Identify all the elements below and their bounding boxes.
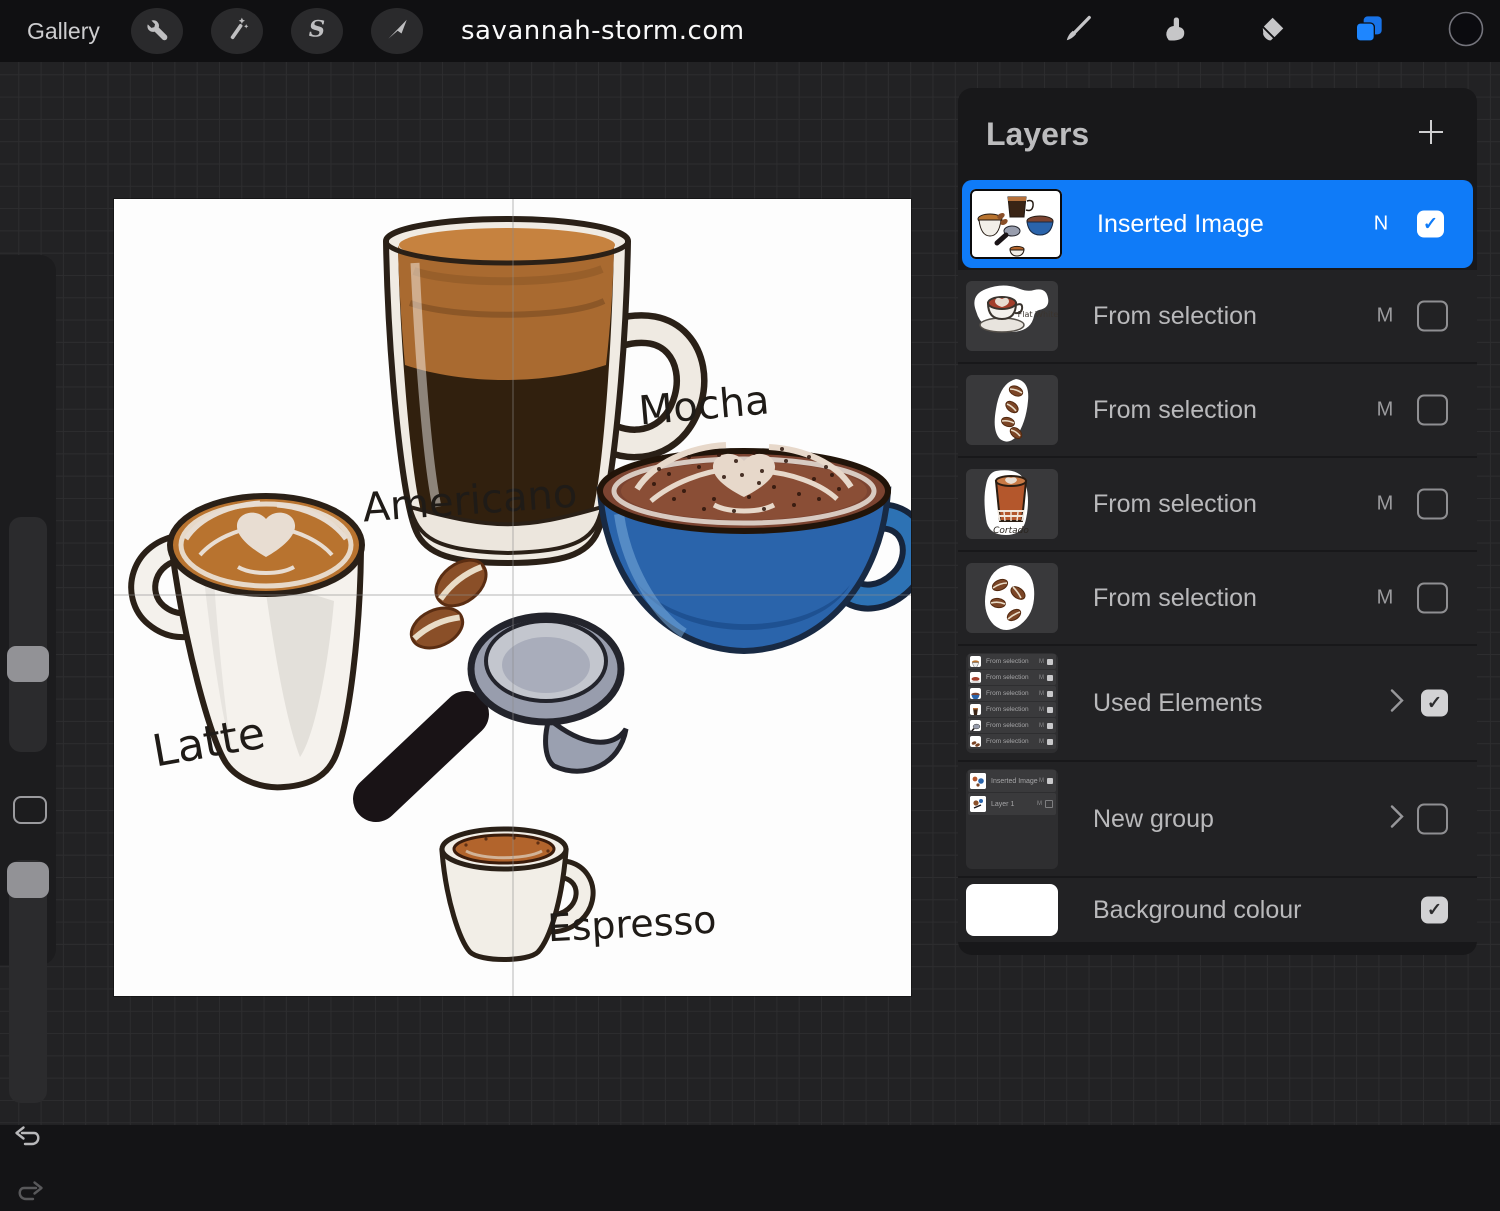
layer-name: Background colour	[1093, 896, 1301, 925]
layer-thumbnail	[966, 375, 1058, 445]
layer-row-background-colour[interactable]: Background colour ✓	[958, 878, 1477, 942]
mini-layer-label: From selection	[986, 690, 1039, 697]
mini-layer-label: From selection	[986, 658, 1039, 665]
smudge-tool-button[interactable]	[1149, 8, 1201, 54]
layers-tool-button[interactable]	[1343, 8, 1395, 54]
selection-s-icon: S	[304, 16, 330, 47]
wrench-icon	[144, 16, 170, 47]
mini-layer-label: From selection	[986, 738, 1039, 745]
layer-name: From selection	[1093, 490, 1257, 519]
adjustments-button[interactable]	[211, 8, 263, 54]
layer-name: Inserted Image	[1097, 210, 1264, 239]
layer-row-from-selection-3[interactable]: Cortado From selection M ✓	[958, 458, 1477, 550]
layer-group-used-elements[interactable]: From selection M From selection M From s…	[958, 646, 1477, 760]
blend-mode-badge[interactable]: M	[1373, 305, 1397, 328]
layer-visibility-checkbox[interactable]: ✓	[1417, 583, 1448, 614]
espresso-label: Espresso	[546, 898, 717, 951]
mini-blend: M	[1037, 801, 1042, 807]
cortado-thumb-label: Cortado	[993, 526, 1029, 536]
mini-blend: M	[1039, 707, 1044, 713]
layer-visibility-checkbox[interactable]: ✓	[1417, 804, 1448, 835]
plus-icon	[1415, 116, 1447, 148]
actions-button[interactable]	[131, 8, 183, 54]
drawing-canvas[interactable]: Americano	[114, 199, 911, 996]
layer-thumbnail: Cortado	[966, 469, 1058, 539]
group-thumbnail: From selection M From selection M From s…	[966, 653, 1058, 753]
eraser-tool-button[interactable]	[1246, 8, 1298, 54]
layer-visibility-checkbox[interactable]: ✓	[1421, 690, 1448, 717]
layer-visibility-checkbox[interactable]: ✓	[1417, 489, 1448, 520]
redo-button[interactable]	[13, 1180, 45, 1206]
chevron-right-icon[interactable]	[1389, 688, 1405, 719]
layer-name: Used Elements	[1093, 689, 1263, 718]
add-layer-button[interactable]	[1415, 116, 1447, 153]
brush-icon	[1063, 14, 1093, 49]
blend-mode-badge[interactable]: N	[1369, 213, 1393, 236]
move-arrow-icon	[384, 16, 410, 47]
modify-button[interactable]	[13, 796, 47, 824]
layer-visibility-checkbox[interactable]: ✓	[1421, 897, 1448, 924]
blend-mode-badge[interactable]: M	[1373, 399, 1397, 422]
mini-blend: M	[1039, 659, 1044, 665]
active-color-circle	[1447, 10, 1485, 53]
undo-button[interactable]	[13, 1125, 45, 1151]
layer-name: From selection	[1093, 302, 1257, 331]
layer-visibility-checkbox[interactable]: ✓	[1417, 395, 1448, 426]
layer-visibility-checkbox[interactable]: ✓	[1417, 301, 1448, 332]
mini-layer-label: Inserted Image	[991, 778, 1039, 785]
blend-mode-badge[interactable]: M	[1373, 493, 1397, 516]
document-title: savannah-storm.com	[461, 0, 745, 62]
brush-tool-button[interactable]	[1052, 8, 1104, 54]
mini-layer-label: Layer 1	[991, 801, 1037, 808]
mocha-label: Mocha	[637, 377, 771, 434]
eraser-icon	[1257, 14, 1287, 49]
blend-mode-badge[interactable]: M	[1373, 587, 1397, 610]
mini-blend: M	[1039, 739, 1044, 745]
mini-blend: M	[1039, 778, 1044, 784]
transform-button[interactable]	[371, 8, 423, 54]
latte-drawing: Latte	[143, 496, 362, 787]
brush-opacity-slider-handle[interactable]	[7, 862, 49, 898]
layer-row-from-selection-4[interactable]: From selection M ✓	[958, 552, 1477, 644]
gallery-button[interactable]: Gallery	[27, 0, 100, 62]
svg-text:S: S	[309, 16, 325, 41]
smudge-finger-icon	[1160, 14, 1190, 49]
layers-panel-title: Layers	[986, 116, 1089, 153]
espresso-drawing: Espresso	[442, 829, 717, 960]
group-thumbnail: Inserted Image M Layer 1 M	[966, 769, 1058, 869]
selection-button[interactable]: S	[291, 8, 343, 54]
mini-blend: M	[1039, 691, 1044, 697]
mini-layer-label: From selection	[986, 674, 1039, 681]
layer-thumbnail	[966, 563, 1058, 633]
layer-thumbnail	[970, 189, 1062, 259]
mini-blend: M	[1039, 675, 1044, 681]
mini-layer-label: From selection	[986, 706, 1039, 713]
brush-size-slider[interactable]	[9, 517, 47, 752]
coffee-illustration: Americano	[114, 199, 911, 996]
chevron-right-icon[interactable]	[1389, 804, 1405, 835]
layer-row-from-selection-2[interactable]: From selection M ✓	[958, 364, 1477, 456]
layer-group-new-group[interactable]: Inserted Image M Layer 1 M New group ✓	[958, 762, 1477, 876]
brush-size-slider-handle[interactable]	[7, 646, 49, 682]
layer-name: From selection	[1093, 584, 1257, 613]
mini-blend: M	[1039, 723, 1044, 729]
layers-panel-header: Layers	[958, 88, 1477, 180]
mocha-drawing: Mocha	[600, 377, 911, 651]
layers-icon	[1353, 13, 1385, 50]
brush-controls-sidebar	[0, 255, 56, 965]
magic-wand-icon	[224, 16, 250, 47]
layer-name: New group	[1093, 805, 1214, 834]
layer-thumbnail: Flat White	[966, 281, 1058, 351]
layer-row-from-selection-1[interactable]: Flat White From selection M ✓	[958, 270, 1477, 362]
flat-white-thumb-label: Flat White	[1018, 310, 1058, 319]
layer-row-inserted-image[interactable]: Inserted Image N ✓	[962, 180, 1473, 268]
layers-panel: Layers	[958, 88, 1477, 955]
layer-name: From selection	[1093, 396, 1257, 425]
top-toolbar: Gallery S savannah-s	[0, 0, 1500, 62]
background-colour-swatch	[966, 884, 1058, 936]
color-swatch-button[interactable]	[1440, 8, 1492, 54]
mini-layer-label: From selection	[986, 722, 1039, 729]
layer-visibility-checkbox[interactable]: ✓	[1417, 211, 1444, 238]
